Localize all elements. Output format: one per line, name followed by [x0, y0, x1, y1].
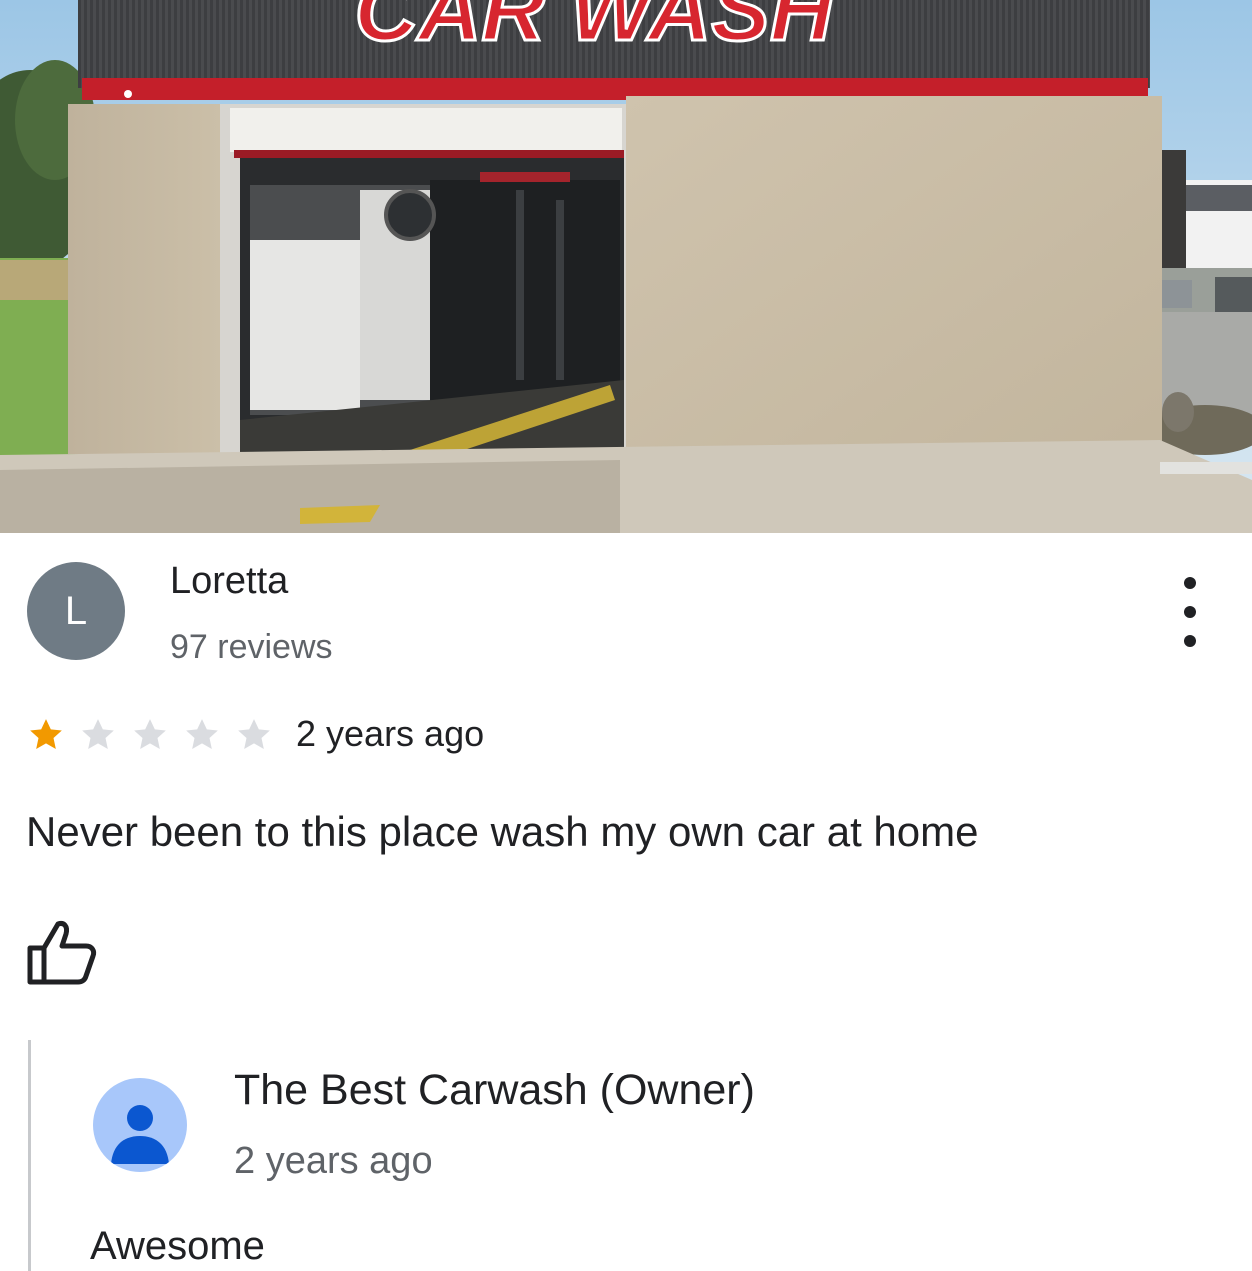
owner-name: The Best Carwash (Owner)	[234, 1066, 755, 1114]
more-options-button[interactable]	[1168, 577, 1212, 647]
like-button[interactable]	[26, 918, 98, 986]
owner-reply-time: 2 years ago	[234, 1140, 433, 1182]
more-vert-icon-dot	[1184, 606, 1196, 618]
car-wash-photo[interactable]: CAR WASH	[0, 0, 1252, 533]
star-empty-icon	[82, 719, 114, 749]
reply-divider	[28, 1040, 31, 1271]
reviewer-avatar-letter: L	[64, 589, 88, 633]
reviewer-avatar[interactable]: L	[27, 562, 125, 660]
star-empty-icon	[134, 719, 166, 749]
owner-avatar[interactable]	[93, 1078, 187, 1172]
sign-text: CAR WASH	[354, 0, 836, 59]
star-rating	[26, 715, 286, 755]
review-text: Never been to this place wash my own car…	[26, 808, 979, 855]
person-icon	[111, 1105, 169, 1164]
reviewer-review-count[interactable]: 97 reviews	[170, 628, 333, 667]
more-vert-icon-dot	[1184, 635, 1196, 647]
star-empty-icon	[186, 719, 218, 749]
thumbs-up-icon	[27, 921, 97, 985]
star-filled-icon	[30, 719, 62, 749]
owner-reply-text: Awesome	[90, 1224, 265, 1268]
star-empty-icon	[238, 719, 270, 749]
review-time: 2 years ago	[296, 713, 485, 754]
reviewer-name[interactable]: Loretta	[170, 560, 288, 603]
more-vert-icon	[1184, 577, 1196, 589]
